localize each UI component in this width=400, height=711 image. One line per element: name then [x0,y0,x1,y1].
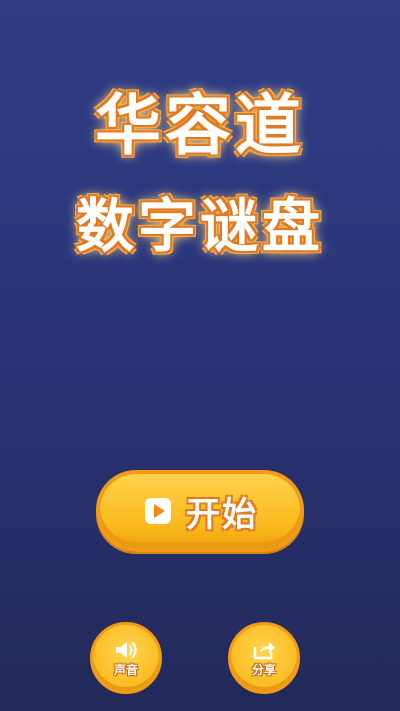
start-button[interactable]: 开始 [96,470,304,552]
sound-button[interactable]: 声音 [90,622,162,694]
share-button[interactable]: 分享 [228,622,300,694]
share-icon [251,639,277,661]
game-title-line2: 数字谜盘 [75,192,324,260]
start-button-label: 开始 [186,494,258,535]
speaker-icon [113,639,139,661]
game-title-line1: 华容道 [95,87,305,164]
share-button-label: 分享 [251,663,276,677]
play-icon [142,495,174,527]
sound-button-label: 声音 [113,663,138,677]
